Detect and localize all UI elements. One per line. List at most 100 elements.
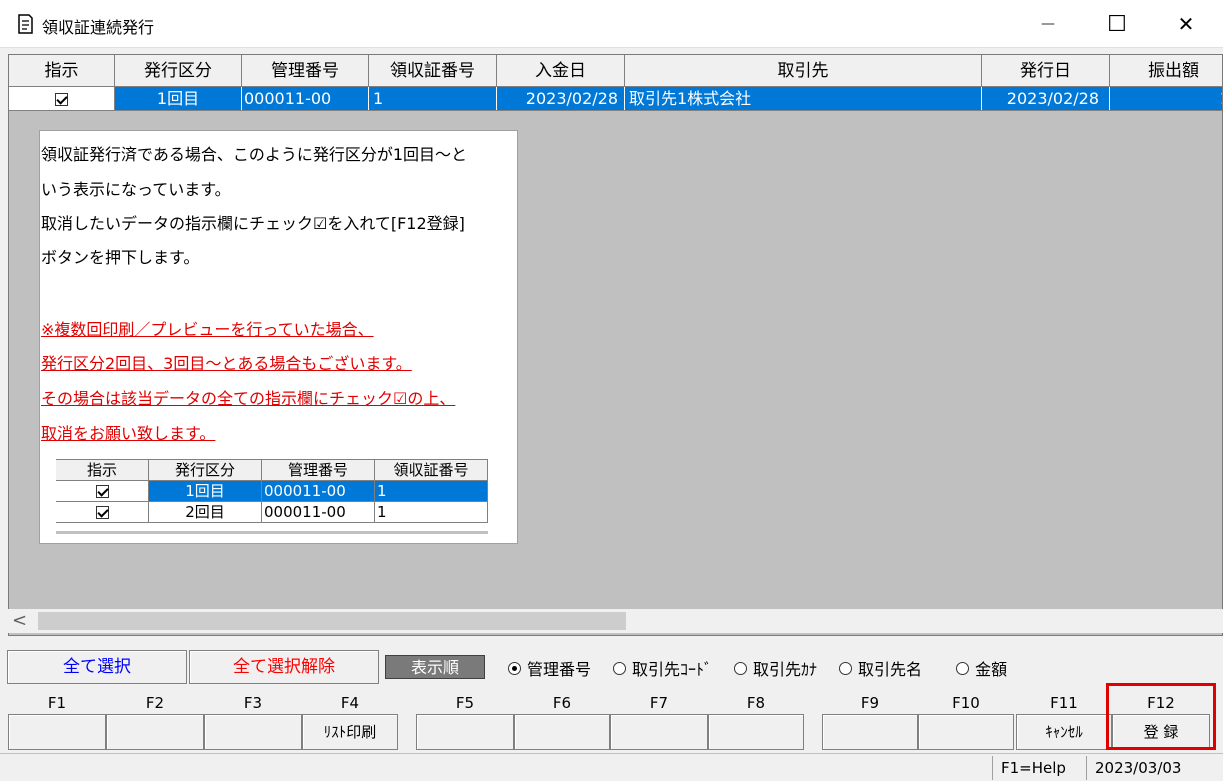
example-mgmt-no: 000011-00	[262, 502, 375, 523]
fkey-label-f8: F8	[746, 694, 766, 712]
cancel-button[interactable]: ｷｬﾝｾﾙ	[1016, 714, 1112, 750]
cell-issue-date: 2023/02/28	[982, 87, 1110, 110]
radio-label: 管理番号	[527, 660, 592, 679]
list-print-button[interactable]: ﾘｽﾄ印刷	[302, 714, 398, 750]
note-line: ボタンを押下します。	[41, 248, 200, 267]
example-issue-type: 1回目	[149, 481, 262, 502]
document-icon	[18, 14, 33, 34]
table-row[interactable]: 1回目 000011-00 1 2023/02/28 取引先1株式会社 2023…	[9, 87, 1222, 111]
example-receipt-no: 1	[375, 481, 488, 502]
f1-button[interactable]	[8, 714, 106, 750]
scroll-left-icon[interactable]: <	[12, 609, 27, 633]
fkey-label-f2: F2	[145, 694, 165, 712]
fkey-label-f7: F7	[649, 694, 669, 712]
example-col-header: 指示	[56, 460, 149, 481]
status-date: 2023/03/03	[1086, 756, 1196, 780]
maximize-icon: ☐	[1107, 11, 1127, 37]
register-highlight-box	[1106, 683, 1216, 750]
note-line: 取消したいデータの指示欄にチェック☑を入れて[F12登録]	[41, 214, 465, 233]
col-header-issue-type[interactable]: 発行区分	[115, 55, 242, 87]
note-line: いう表示になっています。	[41, 180, 231, 199]
cell-client: 取引先1株式会社	[625, 87, 982, 110]
cell-issue-type: 1回目	[115, 87, 242, 110]
row-checkbox[interactable]	[55, 93, 68, 106]
sort-order-group: 管理番号 取引先ｺｰﾄﾞ 取引先ｶﾅ 取引先名 金額	[508, 656, 1007, 680]
cell-payment-date: 2023/02/28	[497, 87, 625, 110]
example-checkbox	[95, 506, 109, 519]
fkey-label-f4: F4	[340, 694, 360, 712]
status-help: F1=Help	[992, 756, 1086, 780]
f8-button[interactable]	[708, 714, 804, 750]
radio-icon[interactable]	[734, 661, 748, 675]
sort-radio-mgmt-no[interactable]: 管理番号	[508, 656, 591, 680]
f6-button[interactable]	[514, 714, 610, 750]
minimize-button[interactable]: —	[1013, 0, 1083, 48]
example-col-header: 管理番号	[262, 460, 375, 481]
col-header-client[interactable]: 取引先	[625, 55, 982, 87]
horizontal-scrollbar[interactable]: <	[8, 609, 1223, 633]
f10-button[interactable]	[918, 714, 1014, 750]
cell-amount: 1,	[1110, 87, 1222, 110]
example-table: 指示 発行区分 管理番号 領収証番号 1回目 000011-00 1 2回目 0…	[56, 459, 488, 534]
col-header-payment-date[interactable]: 入金日	[497, 55, 625, 87]
example-mgmt-no: 000011-00	[262, 481, 375, 502]
grid-header: 指示 発行区分 管理番号 領収証番号 入金日 取引先 発行日 振出額	[9, 55, 1222, 87]
radio-icon[interactable]	[956, 661, 970, 675]
fkey-label-f5: F5	[455, 694, 475, 712]
fkey-label-f10: F10	[952, 694, 980, 712]
fkey-label-f1: F1	[47, 694, 67, 712]
radio-icon[interactable]	[613, 661, 627, 675]
radio-label: 金額	[975, 660, 1008, 679]
example-row: 2回目 000011-00 1	[56, 502, 488, 523]
example-table-header: 指示 発行区分 管理番号 領収証番号	[56, 460, 488, 481]
col-header-receipt-no[interactable]: 領収証番号	[369, 55, 497, 87]
cell-receipt-no: 1	[369, 87, 497, 110]
help-note: 領収証発行済である場合、このように発行区分が1回目～と いう表示になっています。…	[39, 130, 518, 544]
scrollbar-thumb[interactable]	[38, 612, 626, 630]
f2-button[interactable]	[106, 714, 204, 750]
note-warning-line: 発行区分2回目、3回目～とある場合もございます。	[41, 354, 412, 373]
fkey-label-f11: F11	[1050, 694, 1078, 712]
radio-label: 取引先ｶﾅ	[753, 660, 818, 679]
radio-icon[interactable]	[839, 661, 853, 675]
col-header-instruction[interactable]: 指示	[9, 55, 115, 87]
select-all-button[interactable]: 全て選択	[7, 650, 187, 684]
example-checkbox-cell	[56, 502, 149, 523]
status-bar: F1=Help 2023/03/03	[0, 753, 1223, 781]
note-warning-line: ※複数回印刷／プレビューを行っていた場合、	[41, 320, 374, 339]
sort-radio-client-kana[interactable]: 取引先ｶﾅ	[734, 656, 817, 680]
sort-radio-client-name[interactable]: 取引先名	[839, 656, 922, 680]
radio-label: 取引先ｺｰﾄﾞ	[632, 660, 713, 679]
example-checkbox-cell	[56, 481, 149, 502]
example-checkbox	[95, 485, 109, 498]
f5-button[interactable]	[416, 714, 514, 750]
col-header-mgmt-no[interactable]: 管理番号	[242, 55, 369, 87]
example-row: 1回目 000011-00 1	[56, 481, 488, 502]
example-receipt-no: 1	[375, 502, 488, 523]
sort-radio-client-code[interactable]: 取引先ｺｰﾄﾞ	[613, 656, 712, 680]
note-warning-line: 取消をお願い致します。	[41, 424, 216, 443]
window-title: 領収証連続発行	[42, 18, 155, 37]
note-warning-line: その場合は該当データの全ての指示欄にチェック☑の上、	[41, 389, 456, 408]
example-col-header: 発行区分	[149, 460, 262, 481]
f7-button[interactable]	[610, 714, 708, 750]
row-checkbox-cell[interactable]	[9, 87, 115, 110]
note-line: 領収証発行済である場合、このように発行区分が1回目～と	[41, 145, 468, 164]
title-bar: 領収証連続発行 — ☐ ✕	[0, 0, 1223, 48]
f3-button[interactable]	[204, 714, 302, 750]
sort-radio-amount[interactable]: 金額	[956, 656, 1007, 680]
f9-button[interactable]	[822, 714, 918, 750]
fkey-label-f9: F9	[860, 694, 880, 712]
col-header-issue-date[interactable]: 発行日	[982, 55, 1110, 87]
cell-mgmt-no: 000011-00	[242, 87, 369, 110]
col-header-amount[interactable]: 振出額	[1110, 55, 1222, 87]
close-button[interactable]: ✕	[1151, 0, 1221, 48]
fkey-label-f6: F6	[552, 694, 572, 712]
close-icon: ✕	[1177, 12, 1195, 36]
maximize-button[interactable]: ☐	[1082, 0, 1152, 48]
radio-label: 取引先名	[858, 660, 923, 679]
example-issue-type: 2回目	[149, 502, 262, 523]
deselect-all-button[interactable]: 全て選択解除	[189, 650, 379, 684]
radio-selected-icon[interactable]	[508, 661, 521, 675]
minimize-icon: —	[1041, 16, 1055, 32]
